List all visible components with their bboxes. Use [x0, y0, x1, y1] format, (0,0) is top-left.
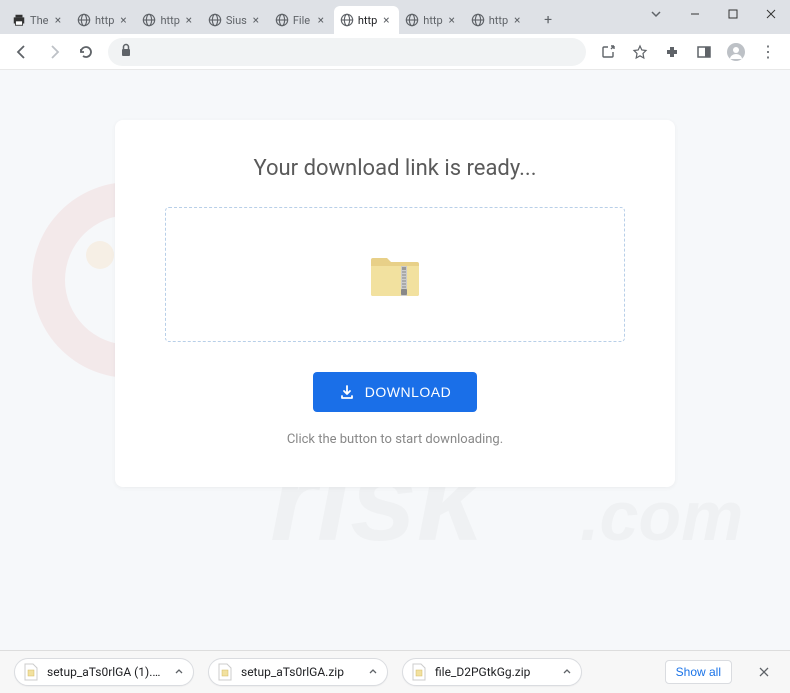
- lock-icon: [120, 42, 132, 61]
- chevron-up-icon[interactable]: [557, 662, 577, 682]
- tab-6[interactable]: http ×: [399, 6, 464, 34]
- chevron-up-icon[interactable]: [363, 662, 383, 682]
- window-controls: [676, 0, 790, 28]
- reload-button[interactable]: [72, 38, 100, 66]
- maximize-button[interactable]: [714, 0, 752, 28]
- downloads-close-button[interactable]: [752, 660, 776, 684]
- printer-icon: [12, 13, 26, 27]
- globe-icon: [405, 13, 419, 27]
- tab-title: Sius: [226, 14, 247, 27]
- download-filename: setup_aTs0rlGA (1).zip: [47, 665, 161, 679]
- forward-button[interactable]: [40, 38, 68, 66]
- file-icon: [411, 663, 427, 681]
- close-icon[interactable]: ×: [379, 13, 393, 27]
- tab-4[interactable]: File ×: [269, 6, 334, 34]
- tab-strip: The × http × http × Sius × File ×: [0, 0, 790, 34]
- close-icon[interactable]: ×: [510, 13, 524, 27]
- new-tab-button[interactable]: +: [534, 6, 562, 34]
- chevron-up-icon[interactable]: [169, 662, 189, 682]
- downloads-bar: setup_aTs0rlGA (1).zip setup_aTs0rlGA.zi…: [0, 650, 790, 693]
- profile-button[interactable]: [722, 38, 750, 66]
- page-title: Your download link is ready...: [145, 156, 645, 181]
- minimize-button[interactable]: [676, 0, 714, 28]
- back-button[interactable]: [8, 38, 36, 66]
- file-preview-box: [165, 207, 625, 342]
- download-button-label: DOWNLOAD: [365, 384, 451, 400]
- browser-toolbar: ⋮: [0, 34, 790, 70]
- close-icon[interactable]: ×: [249, 13, 263, 27]
- tab-title: http: [95, 14, 114, 27]
- close-icon[interactable]: ×: [314, 13, 328, 27]
- globe-icon: [142, 13, 156, 27]
- globe-icon: [275, 13, 289, 27]
- share-button[interactable]: [594, 38, 622, 66]
- tab-title: http: [358, 14, 377, 27]
- globe-icon: [208, 13, 222, 27]
- download-button[interactable]: DOWNLOAD: [313, 372, 477, 412]
- file-icon: [217, 663, 233, 681]
- globe-icon: [77, 13, 91, 27]
- close-icon[interactable]: ×: [445, 13, 459, 27]
- menu-button[interactable]: ⋮: [754, 38, 782, 66]
- globe-icon: [340, 13, 354, 27]
- tab-title: http: [489, 14, 508, 27]
- tab-title: The: [30, 14, 49, 27]
- zip-folder-icon: [369, 252, 421, 298]
- globe-icon: [471, 13, 485, 27]
- tab-title: http: [423, 14, 442, 27]
- download-item-2[interactable]: file_D2PGtkGg.zip: [402, 658, 582, 686]
- page-content: Your download link is ready... DO: [0, 70, 790, 650]
- close-icon[interactable]: ×: [116, 13, 130, 27]
- extensions-button[interactable]: [658, 38, 686, 66]
- tab-2[interactable]: http ×: [136, 6, 201, 34]
- tab-7[interactable]: http ×: [465, 6, 530, 34]
- sidepanel-button[interactable]: [690, 38, 718, 66]
- download-card: Your download link is ready... DO: [115, 120, 675, 487]
- download-icon: [339, 384, 355, 400]
- tab-0[interactable]: The ×: [6, 6, 71, 34]
- close-icon[interactable]: ×: [51, 13, 65, 27]
- download-filename: setup_aTs0rlGA.zip: [241, 665, 355, 679]
- page-subtitle: Click the button to start downloading.: [145, 432, 645, 447]
- tab-title: File: [293, 14, 312, 27]
- window-close-button[interactable]: [752, 0, 790, 28]
- download-filename: file_D2PGtkGg.zip: [435, 665, 549, 679]
- close-icon[interactable]: ×: [182, 13, 196, 27]
- address-bar[interactable]: [108, 38, 586, 66]
- download-item-1[interactable]: setup_aTs0rlGA.zip: [208, 658, 388, 686]
- tab-1[interactable]: http ×: [71, 6, 136, 34]
- show-all-button[interactable]: Show all: [665, 660, 732, 684]
- tab-title: http: [160, 14, 179, 27]
- file-icon: [23, 663, 39, 681]
- tab-3[interactable]: Sius ×: [202, 6, 269, 34]
- bookmark-button[interactable]: [626, 38, 654, 66]
- tab-5-active[interactable]: http ×: [334, 6, 399, 34]
- download-item-0[interactable]: setup_aTs0rlGA (1).zip: [14, 658, 194, 686]
- tabs-dropdown-button[interactable]: [637, 0, 675, 28]
